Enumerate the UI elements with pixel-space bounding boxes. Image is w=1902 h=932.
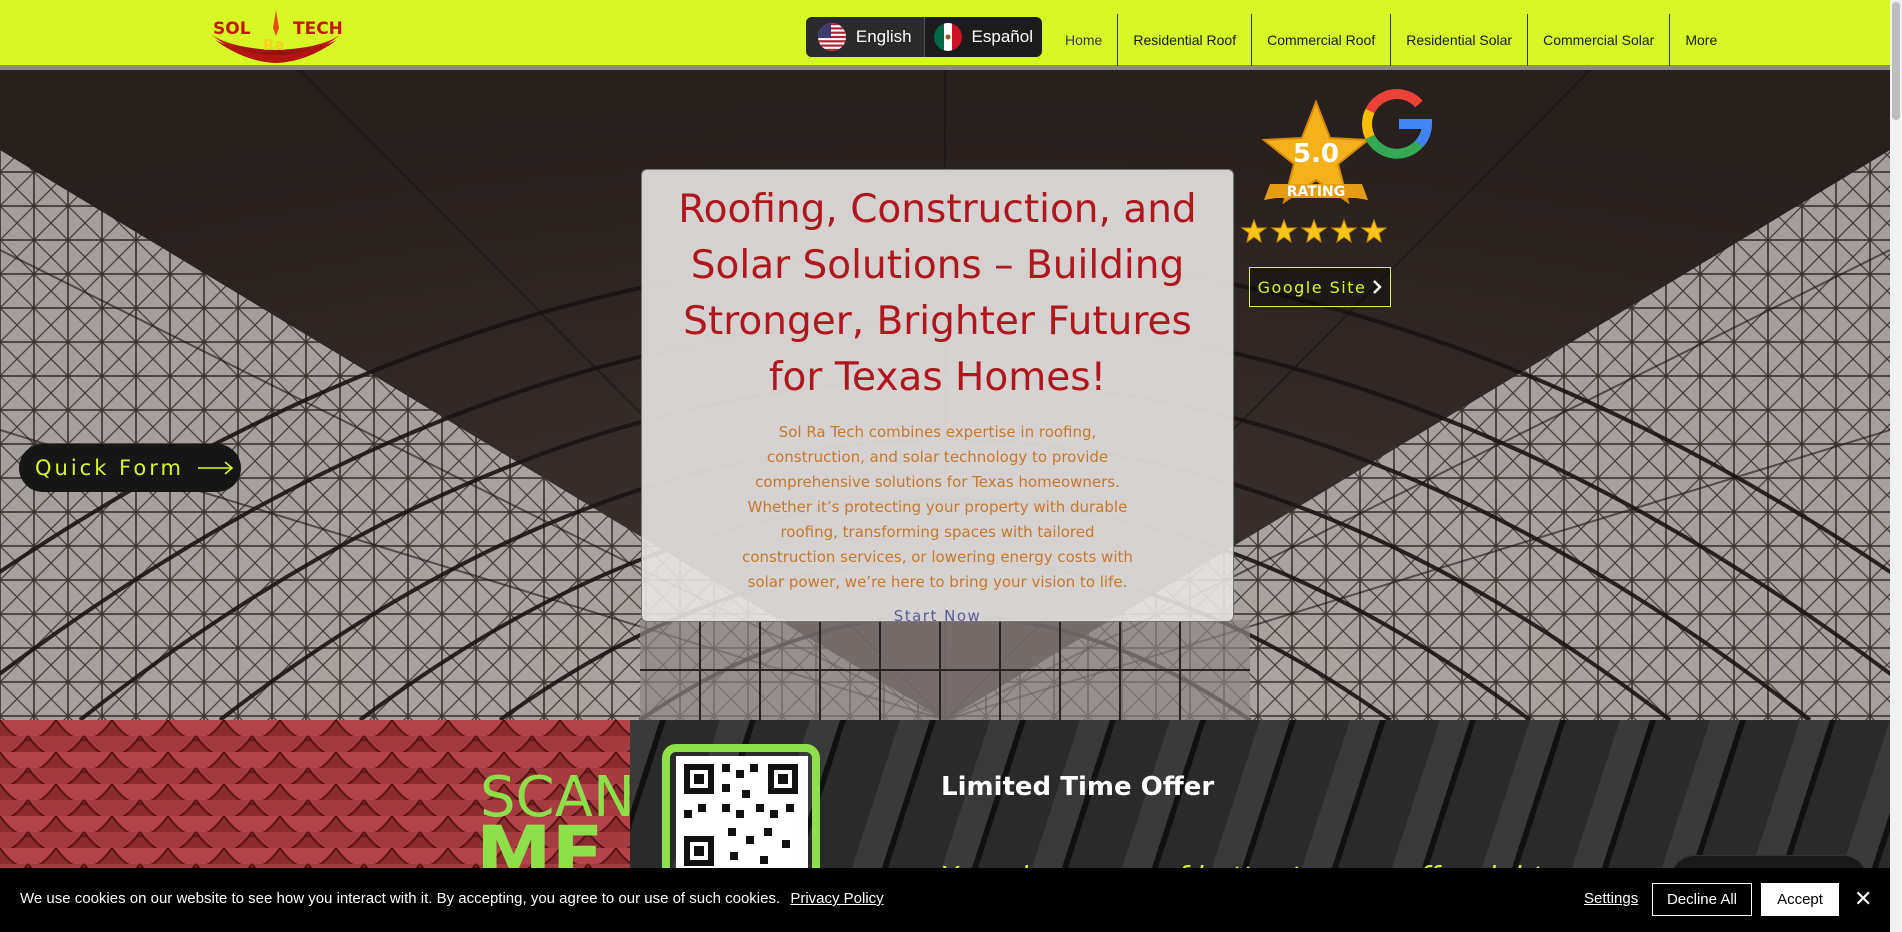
decline-all-button[interactable]: Decline All	[1652, 883, 1752, 916]
nav-commercial-solar[interactable]: Commercial Solar	[1528, 14, 1671, 66]
nav-commercial-roof[interactable]: Commercial Roof	[1252, 14, 1392, 66]
svg-text:ME: ME	[476, 809, 604, 870]
language-switcher: English Español	[806, 17, 1042, 57]
svg-text:5.0: 5.0	[1293, 139, 1339, 169]
mx-flag-icon	[933, 23, 962, 51]
cookie-settings-link[interactable]: Settings	[1584, 890, 1638, 907]
nav-home[interactable]: Home	[1050, 14, 1119, 66]
language-english-label: English	[855, 27, 912, 46]
offer-title: Limited Time Offer	[941, 772, 1215, 802]
close-icon[interactable]: ✕	[1854, 886, 1872, 912]
quick-form-label: Quick Form	[35, 456, 184, 480]
hero-description: Sol Ra Tech combines expertise in roofin…	[742, 423, 1133, 591]
chevron-right-icon	[1373, 280, 1383, 294]
accept-button[interactable]: Accept	[1761, 883, 1839, 916]
language-english-button[interactable]: English	[806, 17, 925, 57]
google-site-button[interactable]: Google Site	[1249, 267, 1391, 307]
hero-card: Roofing, Construction, and Solar Solutio…	[641, 169, 1234, 625]
scan-me-qr-graphic[interactable]: SCAN ME	[470, 740, 830, 870]
svg-text:SOL: SOL	[213, 19, 251, 39]
nav-more[interactable]: More	[1670, 14, 1732, 66]
google-site-label: Google Site	[1257, 277, 1367, 297]
svg-text:TECH: TECH	[293, 19, 343, 39]
arrow-right-icon	[197, 461, 234, 475]
us-flag-icon	[817, 23, 846, 51]
svg-text:RATING: RATING	[1287, 184, 1346, 200]
quick-form-button[interactable]: Quick Form	[19, 444, 241, 492]
hero-section: Roofing, Construction, and Solar Solutio…	[0, 70, 1890, 720]
language-spanish-button[interactable]: Español	[925, 17, 1043, 57]
cookie-text: We use cookies on our website to see how…	[20, 890, 781, 907]
hero-title: Roofing, Construction, and Solar Solutio…	[678, 187, 1197, 400]
site-header: SOL Ra TECH English Español Home Residen…	[0, 0, 1890, 70]
limited-offer-section: SCAN ME Limited Time Offer Your deserve …	[0, 720, 1890, 870]
cookie-message: We use cookies on our website to see how…	[20, 890, 884, 907]
nav-residential-solar[interactable]: Residential Solar	[1391, 14, 1529, 66]
scrollbar-thumb[interactable]	[1892, 2, 1900, 120]
google-g-icon	[1362, 89, 1433, 159]
privacy-policy-link[interactable]: Privacy Policy	[790, 890, 883, 907]
start-now-button[interactable]: Start Now	[894, 607, 982, 625]
cookie-banner: We use cookies on our website to see how…	[0, 868, 1890, 932]
page-scrollbar[interactable]	[1890, 0, 1902, 932]
nav-residential-roof[interactable]: Residential Roof	[1118, 14, 1253, 66]
sol-ra-tech-logo[interactable]: SOL Ra TECH	[205, 8, 347, 64]
language-spanish-label: Español	[971, 27, 1033, 46]
svg-text:Ra: Ra	[263, 36, 285, 54]
main-nav: Home Residential Roof Commercial Roof Re…	[1050, 14, 1732, 66]
five-stars-icon	[1240, 218, 1388, 244]
